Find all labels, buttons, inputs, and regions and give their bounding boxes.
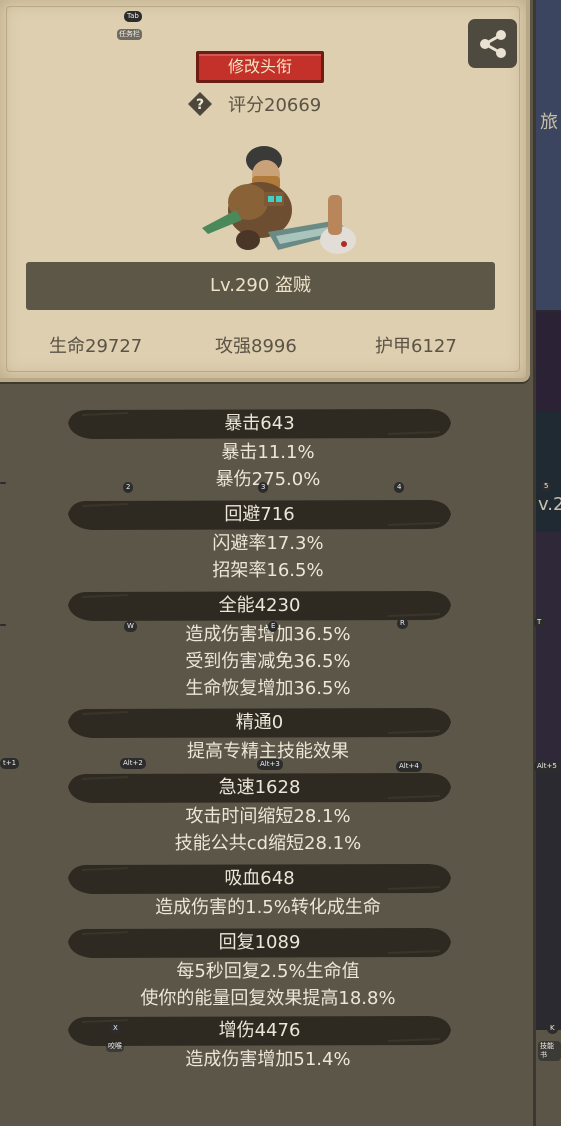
edit-title-button[interactable]: 修改头衔 bbox=[196, 51, 324, 83]
attack-power-stat: 攻强8996 bbox=[215, 336, 297, 357]
character-avatar-icon bbox=[202, 146, 356, 254]
stat-section-header: 吸血648 bbox=[68, 862, 451, 895]
hotkey-badge[interactable]: X bbox=[110, 1023, 121, 1034]
share-button[interactable] bbox=[468, 19, 517, 68]
hotkey-x-label: 咬喉 bbox=[106, 1041, 124, 1052]
character-stats-panel: 修改头衔 ? 评分20669 Lv.290 盗贼 生命29727 攻强8996 … bbox=[0, 0, 536, 1126]
bg-block bbox=[536, 532, 561, 762]
stat-detail-line: 造成伤害的1.5%转化成生命 bbox=[155, 897, 381, 918]
stat-detail-line: 招架率16.5% bbox=[212, 560, 324, 581]
hotkey-badge[interactable]: Alt+4 bbox=[396, 761, 422, 772]
stat-header-label: 吸血648 bbox=[224, 868, 295, 889]
hp-stat: 生命29727 bbox=[49, 336, 143, 357]
stat-detail-line: 使你的能量回复效果提高18.8% bbox=[140, 988, 396, 1009]
stat-detail-line: 技能公共cd缩短28.1% bbox=[174, 833, 362, 854]
stat-detail-line: 暴击11.1% bbox=[221, 442, 315, 463]
hotkey-badge[interactable]: Alt+5 bbox=[534, 761, 560, 772]
stat-detail-line: 暴伤275.0% bbox=[215, 469, 321, 490]
level-class-label: Lv.290 盗贼 bbox=[26, 262, 495, 310]
armor-stat: 护甲6127 bbox=[375, 336, 457, 357]
svg-text:?: ? bbox=[196, 97, 204, 113]
stat-section-header: 暴击643 bbox=[68, 407, 451, 440]
stat-header-label: 全能4230 bbox=[218, 595, 301, 616]
hotkey-badge[interactable]: K bbox=[547, 1023, 558, 1034]
stat-header-label: 精通0 bbox=[235, 712, 284, 733]
stat-section-header: 增伤4476 bbox=[68, 1014, 451, 1047]
hotkey-badge-partial[interactable] bbox=[0, 482, 6, 484]
hotkey-badge-partial[interactable] bbox=[0, 624, 6, 626]
background-text: 旅 bbox=[540, 112, 558, 133]
share-icon bbox=[479, 29, 506, 58]
stat-detail-line: 造成伤害增加51.4% bbox=[185, 1049, 351, 1070]
stat-header-label: 回复1089 bbox=[218, 932, 301, 953]
stat-section-header: 全能4230 bbox=[68, 589, 451, 622]
stat-header-label: 急速1628 bbox=[218, 777, 301, 798]
hotkey-badge[interactable]: W bbox=[124, 621, 137, 632]
game-background-strip: 旅 v.2 bbox=[536, 0, 561, 1126]
stat-header-label: 暴击643 bbox=[224, 413, 295, 434]
stat-detail-line: 生命恢复增加36.5% bbox=[185, 678, 351, 699]
stat-section-header: 精通0 bbox=[68, 706, 451, 739]
hotkey-badge[interactable]: R bbox=[397, 618, 408, 629]
hotkey-k-label: 技能书 bbox=[538, 1041, 561, 1061]
stat-detail-line: 每5秒回复2.5%生命值 bbox=[176, 961, 360, 982]
stat-detail-line: 闪避率17.3% bbox=[212, 533, 324, 554]
bg-block bbox=[536, 312, 561, 412]
stat-section-header: 回复1089 bbox=[68, 926, 451, 959]
stat-header-label: 回避716 bbox=[224, 504, 295, 525]
stat-section-header: 回避716 bbox=[68, 498, 451, 531]
score-label: 评分20669 bbox=[228, 95, 322, 116]
hotkey-badge[interactable]: Alt+3 bbox=[257, 759, 283, 770]
hotkey-tab-badge[interactable]: Tab bbox=[124, 11, 142, 22]
bg-block bbox=[536, 0, 561, 310]
stat-detail-line: 攻击时间缩短28.1% bbox=[185, 806, 351, 827]
hotkey-badge[interactable]: t+1 bbox=[0, 758, 20, 769]
character-card: 修改头衔 ? 评分20669 Lv.290 盗贼 生命29727 攻强8996 … bbox=[0, 0, 530, 382]
help-icon[interactable]: ? bbox=[188, 92, 212, 116]
stat-detail-line: 受到伤害减免36.5% bbox=[185, 651, 351, 672]
hotkey-tab-label: 任务栏 bbox=[117, 29, 142, 40]
stat-section-header: 急速1628 bbox=[68, 771, 451, 804]
hotkey-badge[interactable]: Alt+2 bbox=[120, 758, 146, 769]
stat-header-label: 增伤4476 bbox=[218, 1020, 301, 1041]
background-text: v.2 bbox=[538, 494, 561, 515]
